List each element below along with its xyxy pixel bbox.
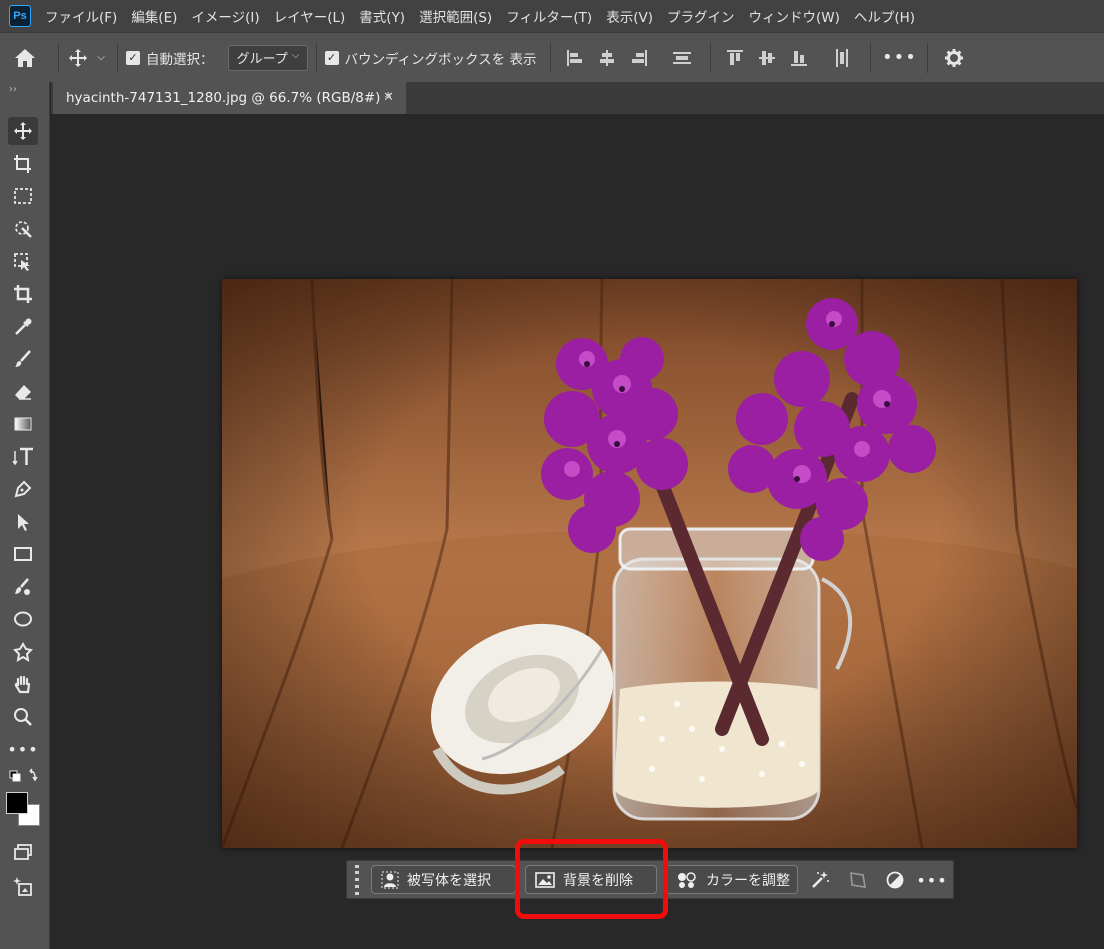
separator	[870, 42, 872, 73]
menu-filter[interactable]: フィルター(T)	[499, 6, 599, 26]
auto-select-value: グループ	[236, 52, 288, 67]
puppet-icon[interactable]	[8, 638, 38, 666]
document-tab[interactable]: hyacinth-747131_1280.jpg @ 66.7% (RGB/8#…	[53, 82, 406, 114]
chevron-down-icon[interactable]: ⌵	[93, 47, 109, 69]
adjust-color-icon	[678, 871, 696, 888]
auto-select-label: 自動選択：	[146, 51, 214, 68]
pen-icon[interactable]	[8, 475, 38, 503]
rectangle-icon[interactable]	[8, 540, 38, 568]
marquee-icon[interactable]	[8, 182, 38, 210]
auto-select-dropdown[interactable]: グループ ⌵	[227, 44, 308, 71]
menu-view[interactable]: 表示(V)	[599, 6, 660, 26]
move-icon[interactable]	[67, 47, 89, 69]
align-bottom-icon[interactable]	[788, 47, 810, 69]
close-icon[interactable]: ✕	[383, 90, 394, 105]
menu-bar: Ps ファイル(F) 編集(E) イメージ(I) レイヤー(L) 書式(Y) 選…	[0, 0, 1104, 32]
swap-colors-icon[interactable]	[8, 766, 38, 788]
zoom-icon[interactable]	[8, 703, 38, 731]
taskbar-grip-icon[interactable]	[350, 864, 364, 895]
bounding-box-label: バウンディングボックスを 表示	[344, 51, 537, 68]
hand-icon[interactable]	[8, 670, 38, 698]
adjust-color-button[interactable]: カラーを調整	[666, 865, 798, 894]
align-center-icon[interactable]	[596, 47, 618, 69]
gear-icon[interactable]	[936, 48, 972, 68]
bounding-box-checkbox[interactable]: ✓	[324, 50, 339, 65]
select-subject-button[interactable]: 被写体を選択	[371, 865, 516, 894]
brush-icon[interactable]	[8, 345, 38, 373]
spot-heal-icon[interactable]	[8, 573, 38, 601]
menu-image[interactable]: イメージ(I)	[184, 6, 266, 26]
eyedropper-icon[interactable]	[8, 313, 38, 341]
menu-select[interactable]: 選択範囲(S)	[412, 6, 499, 26]
eraser-icon[interactable]	[8, 378, 38, 406]
menu-file[interactable]: ファイル(F)	[38, 6, 124, 26]
crop-icon[interactable]	[8, 280, 38, 308]
ellipse-icon[interactable]	[8, 605, 38, 633]
align-top-icon[interactable]	[724, 47, 746, 69]
separator	[710, 42, 712, 73]
separator	[927, 42, 929, 73]
select-subject-icon	[381, 871, 399, 888]
distribute-vertical-icon[interactable]	[831, 47, 853, 69]
distribute-icon[interactable]	[671, 47, 693, 69]
menu-layer[interactable]: レイヤー(L)	[267, 6, 353, 26]
foreground-color-swatch[interactable]	[6, 792, 28, 814]
adjustment-layer-icon[interactable]	[884, 869, 906, 891]
align-right-icon[interactable]	[628, 47, 650, 69]
document-tab-title: hyacinth-747131_1280.jpg @ 66.7% (RGB/8#…	[66, 90, 392, 106]
color-swatches[interactable]	[6, 791, 42, 829]
document-tab-bar: hyacinth-747131_1280.jpg @ 66.7% (RGB/8#…	[51, 82, 1104, 114]
type-icon[interactable]	[8, 443, 38, 471]
document-canvas-image[interactable]	[222, 279, 1077, 848]
align-middle-icon[interactable]	[756, 47, 778, 69]
move-tool-icon[interactable]	[8, 117, 38, 145]
gradient-icon[interactable]	[8, 410, 38, 438]
photoshop-window: Ps ファイル(F) 編集(E) イメージ(I) レイヤー(L) 書式(Y) 選…	[0, 0, 1104, 949]
menu-help[interactable]: ヘルプ(H)	[847, 6, 922, 26]
options-bar: ⌵ ✓ 自動選択： グループ ⌵ ✓ バウンディングボックスを 表示 •••	[0, 32, 1104, 82]
highlight-annotation	[515, 839, 668, 919]
menu-plugins[interactable]: プラグイン	[660, 6, 742, 26]
align-left-icon[interactable]	[564, 47, 586, 69]
panel-collapse-icon[interactable]: ››	[0, 82, 49, 96]
tools-panel: ›› •••	[0, 82, 50, 949]
chevron-down-icon: ⌵	[291, 49, 300, 61]
magic-wand-icon[interactable]	[809, 869, 831, 891]
transform-icon[interactable]	[847, 869, 869, 891]
artboard-icon[interactable]	[8, 150, 38, 178]
select-subject-label: 被写体を選択	[407, 872, 491, 889]
separator	[58, 42, 59, 73]
more-options-icon[interactable]: •••	[879, 47, 919, 68]
screen-mode-icon[interactable]	[8, 838, 38, 866]
adjust-color-label: カラーを調整	[706, 872, 790, 889]
object-select-icon[interactable]	[8, 248, 38, 276]
separator	[117, 42, 118, 73]
menu-window[interactable]: ウィンドウ(W)	[741, 6, 846, 26]
quick-select-icon[interactable]	[8, 215, 38, 243]
auto-select-checkbox[interactable]: ✓	[126, 50, 140, 65]
more-tools-icon[interactable]: •••	[7, 735, 38, 763]
app-logo: Ps	[9, 5, 31, 27]
separator	[315, 42, 317, 73]
home-icon[interactable]	[0, 38, 50, 78]
path-select-icon[interactable]	[8, 508, 38, 536]
generative-icon[interactable]	[8, 873, 38, 901]
menu-type[interactable]: 書式(Y)	[352, 6, 412, 26]
more-options-icon[interactable]: •••	[916, 869, 946, 891]
separator	[550, 42, 552, 73]
menu-edit[interactable]: 編集(E)	[124, 6, 184, 26]
